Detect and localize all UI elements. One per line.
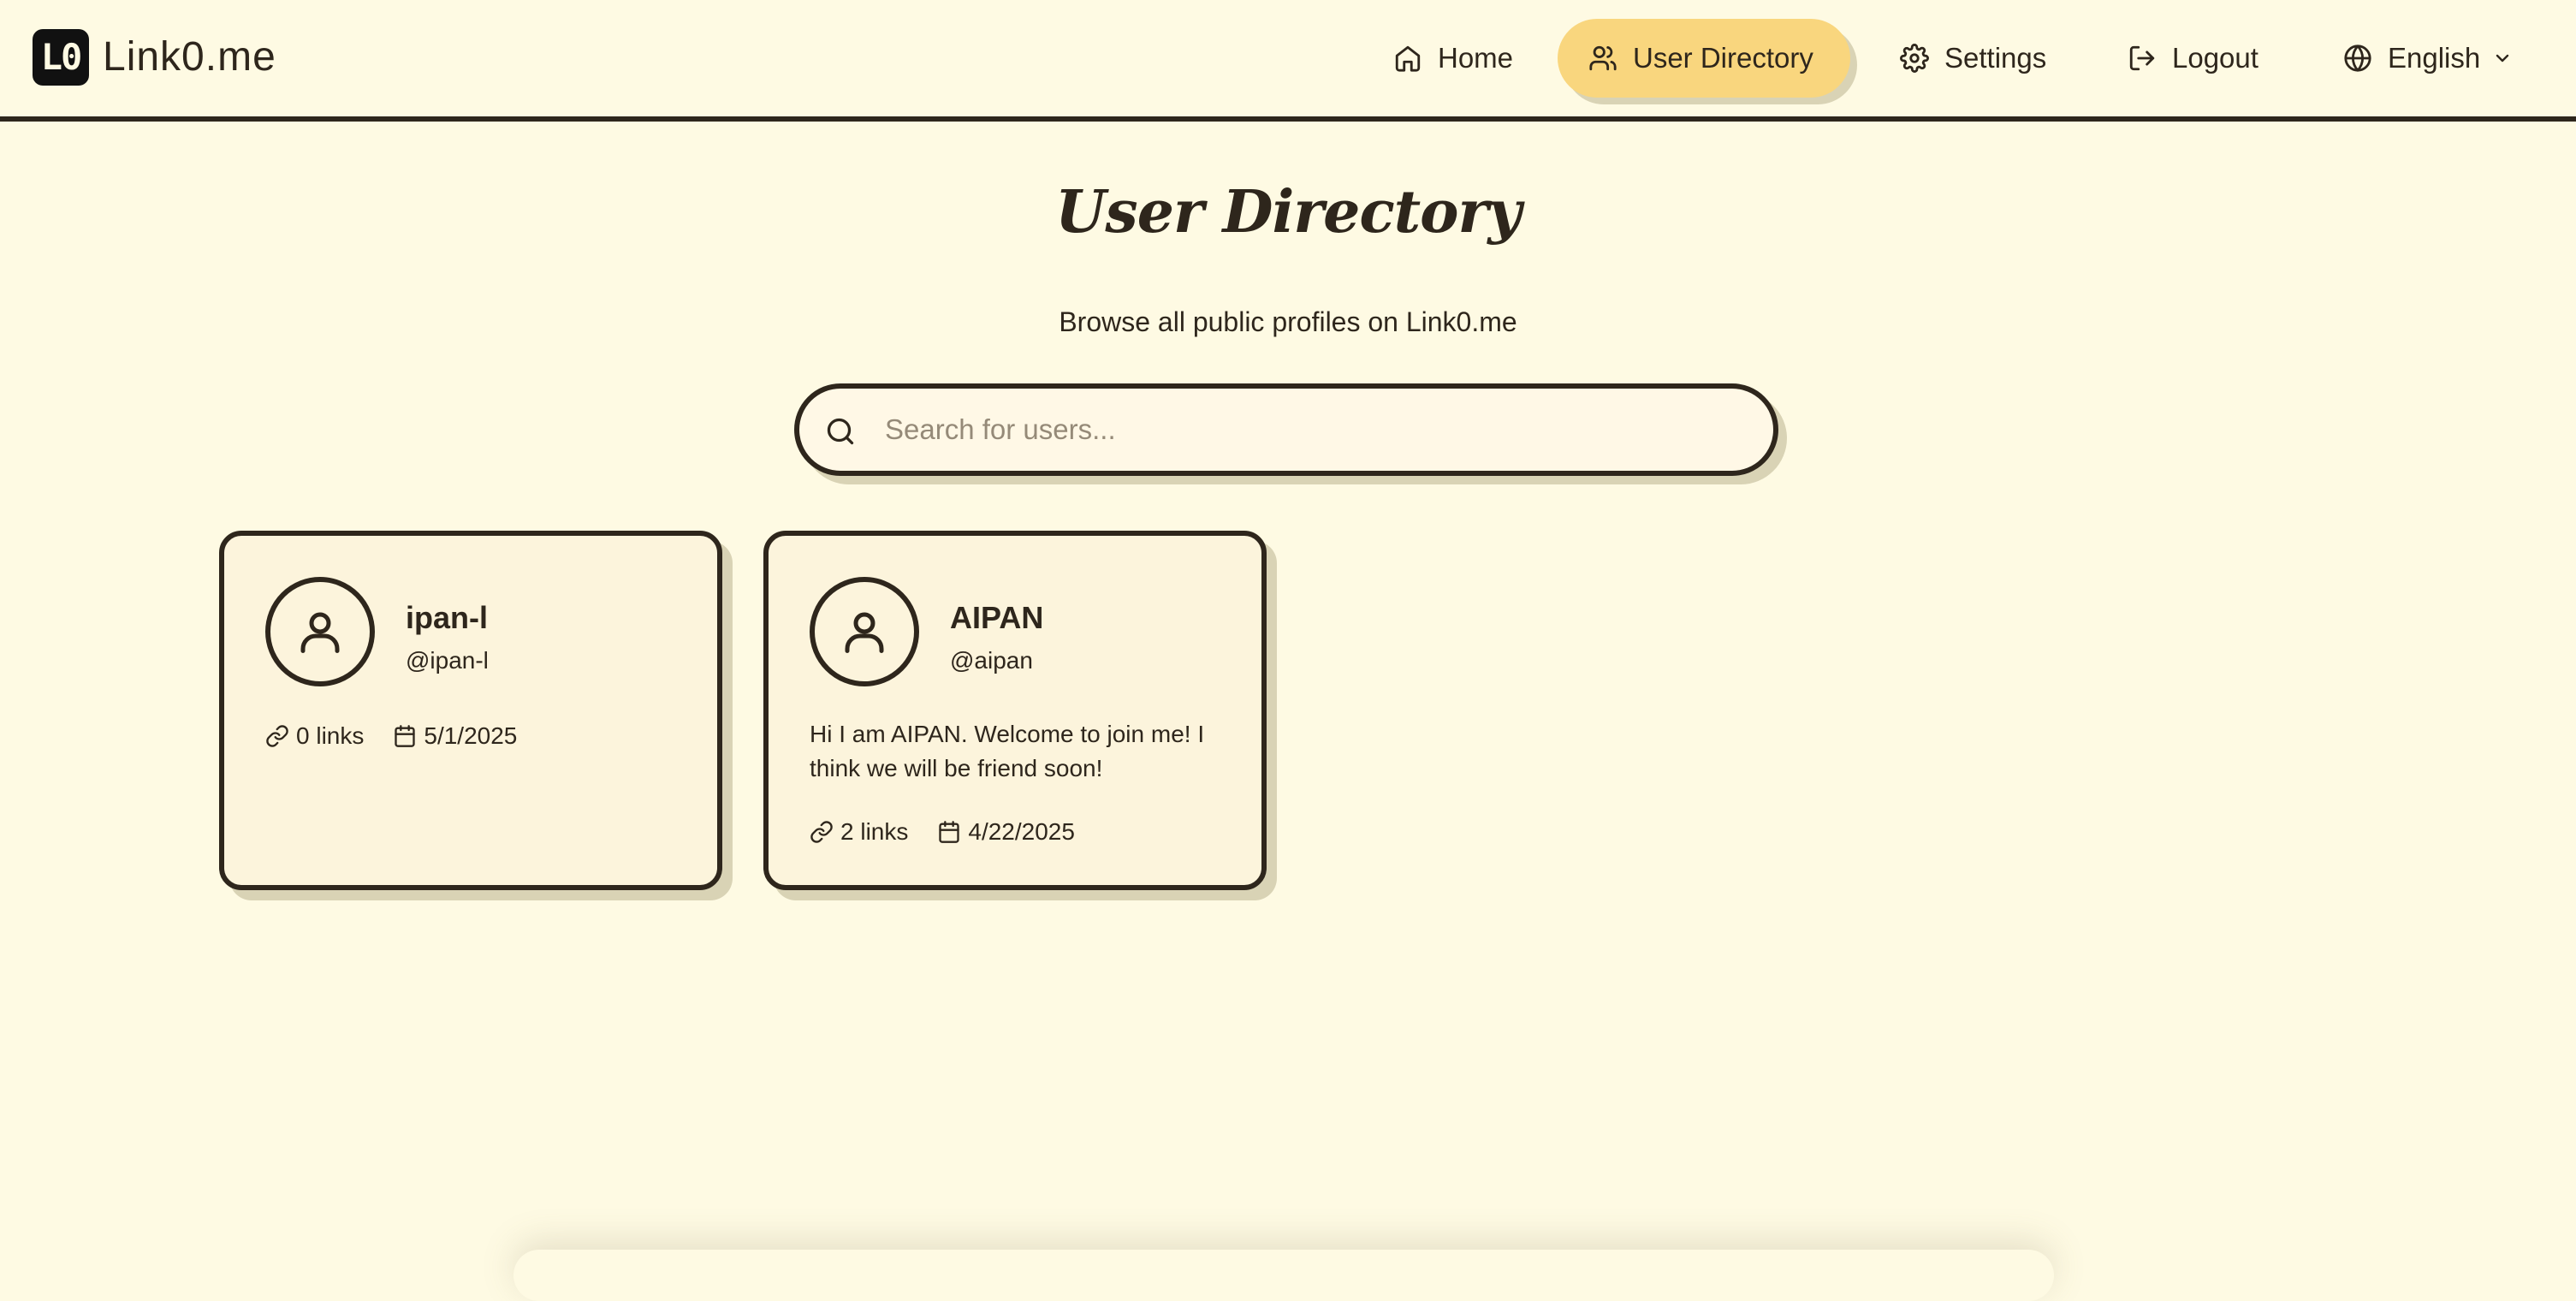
users-icon [1589, 45, 1617, 71]
join-date-text: 4/22/2025 [968, 818, 1075, 845]
globe-icon [2344, 45, 2371, 72]
user-icon [845, 612, 884, 653]
join-date-text: 5/1/2025 [424, 722, 518, 749]
nav-home-label: Home [1438, 42, 1514, 74]
page-title: User Directory [1055, 178, 1522, 247]
gear-icon [1900, 44, 1929, 73]
link-icon [810, 821, 833, 843]
user-handle: @aipan [950, 647, 1033, 674]
avatar [265, 577, 375, 686]
nav-settings[interactable]: Settings [1900, 19, 2054, 98]
logout-icon [2129, 45, 2155, 71]
bottom-panel-edge [513, 1250, 2054, 1301]
user-stats: 2 links 4/22/2025 [810, 817, 1104, 847]
language-selector[interactable]: English [2343, 19, 2523, 98]
search-icon [827, 418, 854, 445]
user-name: AIPAN [950, 600, 1044, 635]
user-card-aipan[interactable]: AIPAN @aipan Hi I am AIPAN. Welcome to j… [763, 531, 1267, 890]
nav-logout-label: Logout [2172, 42, 2258, 74]
page-subtitle: Browse all public profiles on Link0.me [1059, 306, 1517, 337]
top-nav-bar: L0 Link0.me Home User Directory Settings… [0, 0, 2576, 122]
home-icon [1395, 45, 1421, 72]
join-date: 4/22/2025 [937, 817, 1075, 847]
nav-home[interactable]: Home [1388, 19, 1517, 98]
nav-user-directory-label: User Directory [1633, 42, 1813, 74]
chevron-down-icon [2496, 54, 2509, 62]
calendar-icon [395, 725, 416, 747]
search-bar [794, 383, 1778, 476]
search-input[interactable] [885, 404, 1749, 455]
nav-user-directory[interactable]: User Directory [1558, 19, 1850, 98]
brand-name[interactable]: Link0.me [103, 31, 276, 84]
link-icon [266, 725, 288, 747]
user-bio: Hi I am AIPAN. Welcome to join me! I thi… [810, 721, 1205, 781]
user-name: ipan-l [406, 600, 488, 635]
nav-logout[interactable]: Logout [2128, 19, 2264, 98]
user-icon [300, 612, 340, 653]
user-handle: @ipan-l [406, 647, 489, 674]
calendar-icon [939, 821, 960, 843]
language-selector-label: English [2388, 42, 2481, 74]
brand-logo-icon[interactable]: L0 [33, 29, 89, 86]
user-card-ipan-l[interactable]: ipan-l @ipan-l 0 links 5/1/2025 [219, 531, 722, 890]
nav-settings-label: Settings [1944, 42, 2047, 74]
avatar [810, 577, 919, 686]
join-date: 5/1/2025 [393, 721, 517, 751]
user-stats: 0 links 5/1/2025 [265, 721, 546, 751]
link-count-text: 2 links [840, 818, 909, 845]
link-count-text: 0 links [296, 722, 365, 749]
link-count: 0 links [265, 721, 364, 751]
link-count: 2 links [810, 817, 908, 847]
